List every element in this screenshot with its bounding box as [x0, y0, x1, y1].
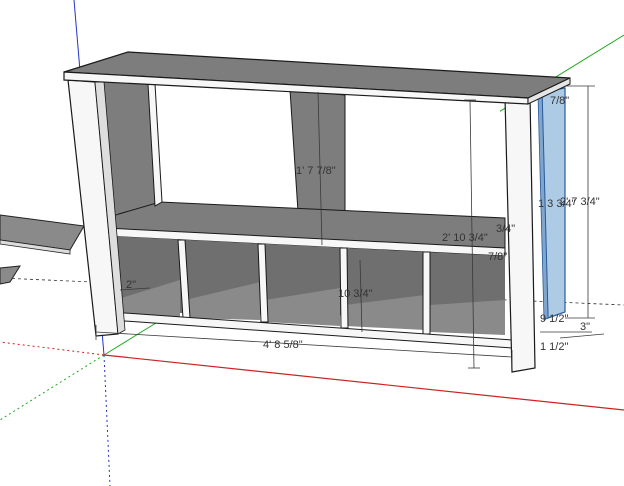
shelf-thickness-label: 3/4"	[496, 223, 515, 235]
shelf-edge-label: 7/8"	[488, 251, 507, 263]
base-offset-label: 3"	[580, 321, 590, 333]
red-axis	[103, 354, 624, 411]
red-axis-negative	[0, 341, 105, 356]
side-depth-label: 9 1/2"	[540, 313, 568, 325]
upper-right-back	[345, 95, 500, 218]
top-overhang-label: 7/8"	[550, 95, 569, 107]
upper-center-back	[160, 84, 300, 205]
overall-height-label: 2' 10 3/4"	[442, 232, 488, 244]
green-axis-negative	[0, 354, 105, 421]
lower-cubby-label: 10 3/4"	[338, 288, 373, 300]
blue-axis-negative	[103, 354, 111, 486]
side-height-label: 2' 7 3/4"	[560, 196, 600, 208]
leg-width-label: 1 1/2"	[540, 341, 568, 353]
model-canvas[interactable]: 4' 8 5/8" 2' 10 3/4" 1' 7 7/8" 10 3/4" 2…	[0, 0, 624, 486]
stool-component[interactable]	[0, 265, 21, 285]
base-dim-line	[559, 333, 605, 339]
upper-opening-label: 1' 7 7/8"	[296, 165, 336, 177]
overall-width-label: 4' 8 5/8"	[263, 339, 303, 351]
left-offset-label: 2"	[126, 279, 136, 291]
cubby-divider-4[interactable]	[422, 251, 431, 335]
cubby-5-floor	[430, 300, 505, 335]
sketchup-viewport[interactable]: 4' 8 5/8" 2' 10 3/4" 1' 7 7/8" 10 3/4" 2…	[0, 0, 624, 486]
